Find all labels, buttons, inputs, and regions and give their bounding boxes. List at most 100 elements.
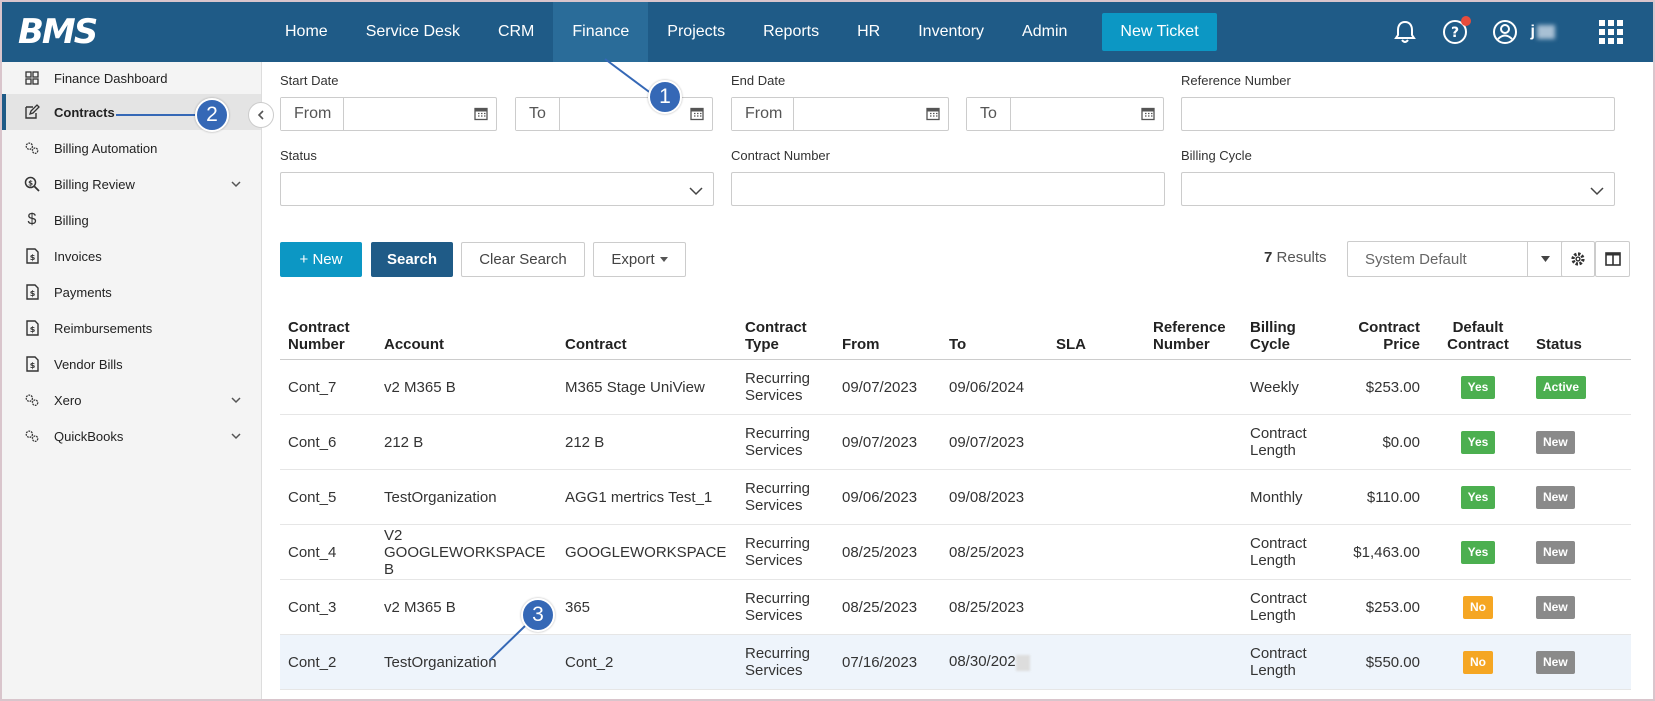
main-nav: Home Service Desk CRM Finance Projects R… bbox=[266, 2, 1086, 62]
reference-number-input[interactable] bbox=[1181, 97, 1615, 131]
sidebar-item-label: Xero bbox=[54, 392, 82, 408]
col-billing-cycle[interactable]: Billing Cycle bbox=[1242, 313, 1339, 360]
svg-text:$: $ bbox=[29, 253, 35, 262]
redacted-name bbox=[1537, 24, 1555, 39]
chevron-down-icon[interactable] bbox=[231, 176, 241, 191]
calendar-icon[interactable] bbox=[474, 106, 488, 126]
cell-account: v2 M365 B bbox=[376, 359, 557, 415]
table-row[interactable]: Cont_2 TestOrganization Cont_2 Recurring… bbox=[280, 634, 1631, 690]
col-contract[interactable]: Contract bbox=[557, 313, 737, 360]
cell-number[interactable]: Cont_4 bbox=[280, 524, 376, 580]
chevron-down-icon[interactable] bbox=[231, 428, 241, 443]
nav-projects[interactable]: Projects bbox=[648, 2, 744, 62]
start-date-to-field[interactable]: To bbox=[515, 97, 713, 131]
calendar-icon[interactable] bbox=[690, 106, 704, 126]
nav-inventory[interactable]: Inventory bbox=[899, 2, 1003, 62]
bell-icon[interactable] bbox=[1391, 18, 1419, 46]
nav-finance[interactable]: Finance bbox=[553, 2, 649, 62]
end-date-from-field[interactable]: From bbox=[731, 97, 949, 131]
table-row[interactable]: Cont_4 V2 GOOGLEWORKSPACE B GOOGLEWORKSP… bbox=[280, 524, 1631, 580]
calendar-icon[interactable] bbox=[926, 106, 940, 126]
chevron-down-icon[interactable] bbox=[231, 392, 241, 407]
status-select[interactable] bbox=[280, 172, 714, 206]
cell-number[interactable]: Cont_2 bbox=[280, 634, 376, 690]
col-contract-number[interactable]: Contract Number bbox=[280, 313, 376, 360]
nav-admin[interactable]: Admin bbox=[1003, 2, 1086, 62]
table-row[interactable]: Cont_5 TestOrganization AGG1 mertrics Te… bbox=[280, 469, 1631, 525]
cell-from: 08/25/2023 bbox=[834, 524, 941, 580]
col-status[interactable]: Status bbox=[1528, 313, 1631, 360]
redacted-digit bbox=[1015, 654, 1030, 671]
cell-contract: 365 bbox=[557, 579, 737, 635]
cell-number[interactable]: Cont_5 bbox=[280, 469, 376, 525]
help-icon[interactable]: ? bbox=[1441, 16, 1471, 46]
cell-cycle: Contract Length bbox=[1242, 414, 1339, 470]
clear-search-button[interactable]: Clear Search bbox=[461, 242, 585, 277]
col-account[interactable]: Account bbox=[376, 313, 557, 360]
cell-status: Active bbox=[1528, 359, 1631, 415]
cell-ref bbox=[1145, 579, 1242, 635]
nav-crm[interactable]: CRM bbox=[479, 2, 553, 62]
callout-marker-1: 1 bbox=[648, 80, 682, 114]
to-addon: To bbox=[967, 98, 1011, 130]
export-button[interactable]: Export bbox=[593, 242, 686, 277]
sidebar-item-quickbooks[interactable]: QuickBooks bbox=[2, 418, 261, 454]
contract-number-input[interactable] bbox=[731, 172, 1165, 206]
settings-button[interactable] bbox=[1561, 241, 1595, 277]
cell-number[interactable]: Cont_7 bbox=[280, 359, 376, 415]
default-badge: Yes bbox=[1460, 375, 1496, 399]
nav-hr[interactable]: HR bbox=[838, 2, 899, 62]
nav-home[interactable]: Home bbox=[266, 2, 347, 62]
col-from[interactable]: From bbox=[834, 313, 941, 360]
results-number: 7 bbox=[1264, 249, 1273, 266]
cell-from: 09/06/2023 bbox=[834, 469, 941, 525]
sidebar-item-billing[interactable]: $ Billing bbox=[2, 202, 261, 238]
column-layout-button[interactable] bbox=[1595, 241, 1630, 277]
user-avatar-icon[interactable] bbox=[1491, 18, 1519, 46]
nav-reports[interactable]: Reports bbox=[744, 2, 838, 62]
finance-sidebar: Finance Dashboard Contracts Billing Auto… bbox=[2, 62, 262, 699]
nav-service-desk[interactable]: Service Desk bbox=[347, 2, 479, 62]
billing-cycle-select[interactable] bbox=[1181, 172, 1615, 206]
cell-default: No bbox=[1428, 634, 1528, 690]
sidebar-item-invoices[interactable]: $ Invoices bbox=[2, 238, 261, 274]
table-row[interactable]: Cont_7 v2 M365 B M365 Stage UniView Recu… bbox=[280, 359, 1631, 415]
sidebar-collapse-button[interactable] bbox=[248, 102, 274, 128]
end-date-to-field[interactable]: To bbox=[966, 97, 1164, 131]
search-button[interactable]: Search bbox=[371, 242, 453, 277]
col-reference-number[interactable]: Reference Number bbox=[1145, 313, 1242, 360]
col-contract-type[interactable]: Contract Type bbox=[737, 313, 834, 360]
sidebar-item-reimbursements[interactable]: $ Reimbursements bbox=[2, 310, 261, 346]
sidebar-item-billing-automation[interactable]: Billing Automation bbox=[2, 130, 261, 166]
col-contract-price[interactable]: Contract Price bbox=[1339, 313, 1428, 360]
cell-type: Recurring Services bbox=[737, 359, 834, 415]
new-ticket-button[interactable]: New Ticket bbox=[1102, 13, 1217, 51]
col-default-contract[interactable]: Default Contract bbox=[1428, 313, 1528, 360]
start-date-from-field[interactable]: From bbox=[280, 97, 497, 131]
svg-text:$: $ bbox=[29, 325, 35, 334]
sidebar-item-label: Finance Dashboard bbox=[54, 70, 168, 86]
sidebar-item-vendor-bills[interactable]: $ Vendor Bills bbox=[2, 346, 261, 382]
user-menu[interactable]: j bbox=[1531, 23, 1555, 41]
new-contract-button[interactable]: + New bbox=[280, 242, 362, 277]
sidebar-item-billing-review[interactable]: $ Billing Review bbox=[2, 166, 261, 202]
sidebar-item-xero[interactable]: Xero bbox=[2, 382, 261, 418]
calendar-icon[interactable] bbox=[1141, 106, 1155, 126]
cell-from: 08/25/2023 bbox=[834, 579, 941, 635]
app-grid-icon[interactable] bbox=[1599, 20, 1623, 44]
col-to[interactable]: To bbox=[941, 313, 1048, 360]
bms-logo[interactable]: BMS bbox=[2, 2, 266, 62]
cell-account: V2 GOOGLEWORKSPACE B bbox=[376, 524, 557, 580]
view-select[interactable]: System Default bbox=[1347, 241, 1564, 277]
sidebar-item-finance-dashboard[interactable]: Finance Dashboard bbox=[2, 62, 261, 94]
table-row[interactable]: Cont_6 212 B 212 B Recurring Services 09… bbox=[280, 414, 1631, 470]
cell-number[interactable]: Cont_3 bbox=[280, 579, 376, 635]
view-select-caret[interactable] bbox=[1527, 242, 1563, 276]
sidebar-item-payments[interactable]: $ Payments bbox=[2, 274, 261, 310]
cell-number[interactable]: Cont_6 bbox=[280, 414, 376, 470]
cell-to: 09/06/2024 bbox=[941, 359, 1048, 415]
col-sla[interactable]: SLA bbox=[1048, 313, 1145, 360]
table-row[interactable]: Cont_3 v2 M365 B 365 Recurring Services … bbox=[280, 579, 1631, 635]
chevron-down-icon bbox=[689, 183, 703, 201]
table-header-row: Contract Number Account Contract Contrac… bbox=[280, 313, 1631, 360]
